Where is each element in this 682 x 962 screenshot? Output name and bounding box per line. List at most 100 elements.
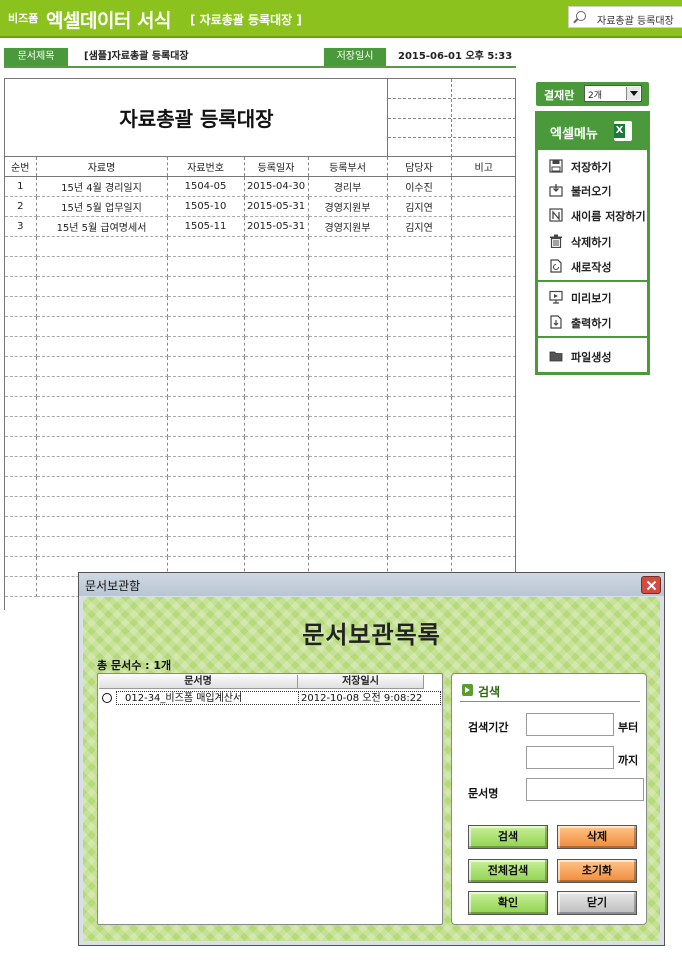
table-cell[interactable] — [167, 476, 245, 497]
period-end-input[interactable] — [526, 746, 614, 769]
table-cell[interactable] — [36, 436, 168, 457]
table-cell[interactable] — [387, 336, 452, 357]
delete-button[interactable]: 삭제 — [557, 825, 637, 849]
table-cell[interactable] — [451, 176, 515, 197]
table-cell[interactable]: 경영지원부 — [308, 216, 388, 237]
table-cell[interactable] — [36, 236, 168, 257]
search-input[interactable]: 자료총괄 등록대장 — [568, 6, 682, 28]
table-cell[interactable] — [451, 356, 515, 377]
table-cell[interactable] — [36, 356, 168, 377]
table-cell[interactable] — [308, 316, 388, 337]
table-cell[interactable]: 2015-04-30 — [244, 176, 309, 197]
table-cell[interactable] — [5, 516, 37, 537]
table-cell[interactable] — [387, 456, 452, 477]
confirm-button[interactable]: 확인 — [468, 891, 548, 915]
table-cell[interactable] — [167, 236, 245, 257]
table-cell[interactable] — [308, 376, 388, 397]
table-cell[interactable] — [36, 256, 168, 277]
table-cell[interactable] — [451, 336, 515, 357]
menu-item-create-file[interactable]: 파일생성 — [546, 345, 650, 367]
close-dialog-button[interactable]: 닫기 — [557, 891, 637, 915]
table-cell[interactable] — [387, 476, 452, 497]
table-cell[interactable] — [36, 316, 168, 337]
table-cell[interactable]: 2015-05-31 — [244, 216, 309, 237]
table-cell[interactable] — [244, 496, 309, 517]
table-cell[interactable] — [451, 296, 515, 317]
table-cell[interactable] — [5, 436, 37, 457]
table-cell[interactable] — [387, 416, 452, 437]
list-header-name[interactable]: 문서명 — [99, 675, 298, 689]
table-cell[interactable] — [308, 416, 388, 437]
table-cell[interactable] — [5, 316, 37, 337]
table-cell[interactable] — [5, 536, 37, 557]
table-cell[interactable] — [244, 276, 309, 297]
table-cell[interactable] — [36, 456, 168, 477]
table-cell[interactable] — [5, 416, 37, 437]
table-cell[interactable] — [308, 236, 388, 257]
table-cell[interactable] — [308, 516, 388, 537]
menu-item-print[interactable]: 출력하기 — [546, 311, 650, 333]
list-item-radio[interactable] — [102, 693, 112, 703]
table-cell[interactable]: 1505-11 — [167, 216, 245, 237]
table-cell[interactable] — [167, 316, 245, 337]
table-cell[interactable] — [308, 296, 388, 317]
table-cell[interactable] — [387, 256, 452, 277]
reset-button[interactable]: 초기화 — [557, 859, 637, 883]
table-cell[interactable] — [5, 476, 37, 497]
table-cell[interactable] — [244, 436, 309, 457]
table-cell[interactable] — [451, 456, 515, 477]
table-cell[interactable] — [244, 516, 309, 537]
table-cell[interactable] — [167, 516, 245, 537]
table-cell[interactable] — [308, 536, 388, 557]
table-cell[interactable] — [387, 496, 452, 517]
table-cell[interactable] — [5, 396, 37, 417]
table-cell[interactable] — [387, 436, 452, 457]
table-cell[interactable] — [308, 456, 388, 477]
table-cell[interactable] — [5, 256, 37, 277]
table-cell[interactable] — [167, 436, 245, 457]
table-cell[interactable] — [167, 276, 245, 297]
table-cell[interactable]: 15년 5월 급여명세서 — [36, 216, 168, 237]
table-cell[interactable] — [36, 336, 168, 357]
table-cell[interactable] — [387, 356, 452, 377]
table-cell[interactable] — [244, 396, 309, 417]
table-cell[interactable] — [451, 216, 515, 237]
table-cell[interactable] — [5, 496, 37, 517]
table-cell[interactable] — [451, 436, 515, 457]
table-cell[interactable]: 경리부 — [308, 176, 388, 197]
table-cell[interactable] — [387, 296, 452, 317]
table-cell[interactable] — [167, 256, 245, 277]
table-cell[interactable]: 2 — [5, 196, 37, 217]
table-cell[interactable] — [244, 376, 309, 397]
list-header-saved[interactable]: 저장일시 — [298, 675, 424, 689]
table-cell[interactable]: 1 — [5, 176, 37, 197]
table-cell[interactable] — [308, 336, 388, 357]
approval-count-select[interactable]: 2개 — [584, 85, 642, 102]
table-cell[interactable] — [451, 496, 515, 517]
table-cell[interactable] — [451, 536, 515, 557]
table-cell[interactable] — [387, 236, 452, 257]
table-cell[interactable] — [167, 376, 245, 397]
table-cell[interactable] — [167, 456, 245, 477]
table-cell[interactable] — [167, 336, 245, 357]
table-cell[interactable] — [36, 516, 168, 537]
table-cell[interactable]: 1504-05 — [167, 176, 245, 197]
table-cell[interactable] — [5, 576, 37, 597]
table-cell[interactable] — [308, 276, 388, 297]
dialog-title-bar[interactable]: 문서보관함 — [79, 573, 664, 596]
table-cell[interactable] — [451, 476, 515, 497]
table-cell[interactable] — [244, 456, 309, 477]
table-cell[interactable] — [451, 256, 515, 277]
table-cell[interactable] — [387, 396, 452, 417]
table-cell[interactable] — [5, 456, 37, 477]
approval-box[interactable] — [388, 79, 515, 157]
table-cell[interactable] — [36, 376, 168, 397]
table-cell[interactable] — [244, 316, 309, 337]
table-cell[interactable] — [308, 256, 388, 277]
table-cell[interactable] — [387, 536, 452, 557]
table-cell[interactable] — [244, 256, 309, 277]
table-cell[interactable] — [308, 476, 388, 497]
table-cell[interactable] — [167, 536, 245, 557]
table-cell[interactable] — [167, 356, 245, 377]
table-cell[interactable] — [167, 416, 245, 437]
